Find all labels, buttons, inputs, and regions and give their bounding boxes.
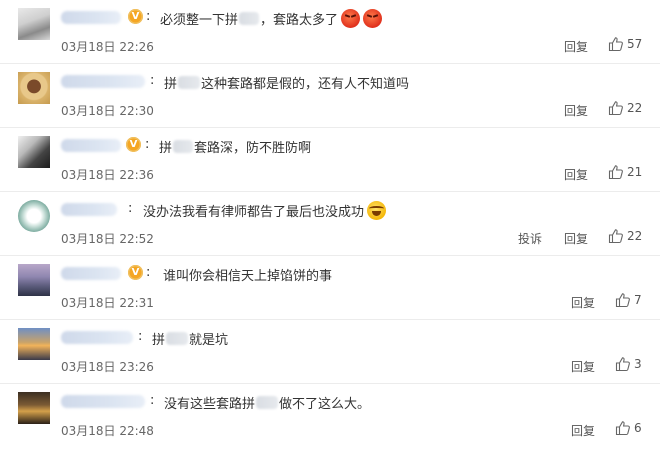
username-blurred[interactable] bbox=[61, 11, 121, 24]
thumbs-up-icon bbox=[615, 293, 630, 308]
comment-text-part: 没有这些套路拼 bbox=[164, 397, 256, 412]
comment-time: 03月18日 22:30 bbox=[61, 104, 154, 118]
colon: : bbox=[145, 137, 150, 152]
blurred-word bbox=[239, 12, 260, 25]
comment-text: 拼 这种套路都是假的，还有人不知道吗 bbox=[164, 73, 409, 92]
comment-text-part: 拼 bbox=[152, 333, 166, 348]
comment-text-part: 这种套路都是假的，还有人不知道吗 bbox=[201, 77, 410, 92]
avatar[interactable] bbox=[18, 136, 50, 168]
like-count: 22 bbox=[627, 101, 643, 115]
reply-button[interactable]: 回复 bbox=[571, 294, 595, 311]
verified-badge-icon: V bbox=[126, 137, 141, 152]
comment-text-part: 就是坑 bbox=[189, 333, 229, 348]
like-count: 6 bbox=[634, 421, 642, 435]
comment-text-part: 套路深，防不胜防啊 bbox=[194, 141, 312, 156]
like-count: 7 bbox=[634, 293, 642, 307]
comment-text-part: 没办法我看有律师都告了最后也没成功 bbox=[143, 205, 365, 220]
avatar[interactable] bbox=[18, 72, 50, 104]
thumbs-up-icon bbox=[608, 165, 623, 180]
report-button[interactable]: 投诉 bbox=[518, 230, 542, 247]
comment-text-part: 拼 bbox=[159, 141, 173, 156]
thumbs-up-icon bbox=[608, 101, 623, 116]
reply-button[interactable]: 回复 bbox=[571, 358, 595, 375]
like-count: 22 bbox=[627, 229, 643, 243]
like-button[interactable]: 21 bbox=[608, 164, 642, 180]
comment-text: 没有这些套路拼 做不了这么大。 bbox=[164, 393, 370, 412]
thumbs-up-icon bbox=[608, 37, 623, 52]
like-count: 3 bbox=[634, 357, 642, 371]
comment-time: 03月18日 22:52 bbox=[61, 232, 154, 246]
comment-text-part: 做不了这么大。 bbox=[279, 397, 371, 412]
colon: : bbox=[146, 9, 151, 24]
blurred-word bbox=[178, 76, 201, 89]
like-count: 21 bbox=[627, 165, 643, 179]
comment-item: : 拼 就是坑 03月18日 23:26 回复 3 bbox=[0, 320, 660, 384]
reply-button[interactable]: 回复 bbox=[571, 422, 595, 439]
like-button[interactable]: 7 bbox=[615, 292, 642, 308]
comment-text: 没办法我看有律师都告了最后也没成功 bbox=[143, 201, 387, 220]
comment-item: : 没有这些套路拼 做不了这么大。 03月18日 22:48 回复 6 bbox=[0, 384, 660, 448]
comment-item: : 没办法我看有律师都告了最后也没成功 03月18日 22:52 投诉 回复 2… bbox=[0, 192, 660, 256]
comment-text: 拼 就是坑 bbox=[152, 329, 228, 348]
comment-text: 拼 套路深，防不胜防啊 bbox=[159, 137, 311, 156]
reply-button[interactable]: 回复 bbox=[564, 102, 588, 119]
comment-time: 03月18日 22:36 bbox=[61, 168, 154, 182]
blurred-word bbox=[256, 396, 279, 409]
like-button[interactable]: 22 bbox=[608, 100, 642, 116]
comment-text-part: ，套路太多了 bbox=[260, 13, 339, 28]
like-button[interactable]: 3 bbox=[615, 356, 642, 372]
username-blurred[interactable] bbox=[61, 395, 145, 408]
verified-badge-icon: V bbox=[128, 265, 143, 280]
comment-list: V : 必须整一下拼 ，套路太多了 03月18日 22:26 回复 57 : 拼… bbox=[0, 0, 660, 450]
comment-text-part: 谁叫你会相信天上掉馅饼的事 bbox=[163, 269, 333, 284]
comment-text: 谁叫你会相信天上掉馅饼的事 bbox=[163, 265, 332, 284]
comment-time: 03月18日 23:26 bbox=[61, 360, 154, 374]
comment-item: V : 拼 套路深，防不胜防啊 03月18日 22:36 回复 21 bbox=[0, 128, 660, 192]
comment-text-part: 拼 bbox=[164, 77, 178, 92]
comment-text-part: 必须整一下拼 bbox=[160, 13, 239, 28]
comment-item: V : 谁叫你会相信天上掉馅饼的事 03月18日 22:31 回复 7 bbox=[0, 256, 660, 320]
angry-face-icon bbox=[363, 9, 383, 28]
avatar[interactable] bbox=[18, 392, 50, 424]
comment-item: : 拼 这种套路都是假的，还有人不知道吗 03月18日 22:30 回复 22 bbox=[0, 64, 660, 128]
verified-badge-icon: V bbox=[128, 9, 143, 24]
thumbs-up-icon bbox=[615, 357, 630, 372]
avatar[interactable] bbox=[18, 328, 50, 360]
comment-text: 必须整一下拼 ，套路太多了 bbox=[160, 9, 383, 28]
like-button[interactable]: 57 bbox=[608, 36, 642, 52]
colon: : bbox=[146, 265, 151, 280]
comment-time: 03月18日 22:26 bbox=[61, 40, 154, 54]
username-blurred[interactable] bbox=[61, 203, 117, 216]
thumbs-up-icon bbox=[608, 229, 623, 244]
avatar[interactable] bbox=[18, 8, 50, 40]
comment-time: 03月18日 22:31 bbox=[61, 296, 154, 310]
colon: : bbox=[128, 201, 133, 216]
username-blurred[interactable] bbox=[61, 331, 133, 344]
colon: : bbox=[150, 393, 155, 408]
colon: : bbox=[150, 73, 155, 88]
blurred-word bbox=[166, 332, 189, 345]
like-button[interactable]: 6 bbox=[615, 420, 642, 436]
like-count: 57 bbox=[627, 37, 643, 51]
comment-time: 03月18日 22:48 bbox=[61, 424, 154, 438]
laughing-face-icon bbox=[367, 201, 387, 220]
avatar[interactable] bbox=[18, 264, 50, 296]
reply-button[interactable]: 回复 bbox=[564, 38, 588, 55]
blurred-word bbox=[173, 140, 194, 153]
reply-button[interactable]: 回复 bbox=[564, 230, 588, 247]
colon: : bbox=[138, 329, 143, 344]
reply-button[interactable]: 回复 bbox=[564, 166, 588, 183]
username-blurred[interactable] bbox=[61, 75, 145, 88]
username-blurred[interactable] bbox=[61, 267, 121, 280]
like-button[interactable]: 22 bbox=[608, 228, 642, 244]
username-blurred[interactable] bbox=[61, 139, 121, 152]
comment-item: V : 必须整一下拼 ，套路太多了 03月18日 22:26 回复 57 bbox=[0, 0, 660, 64]
thumbs-up-icon bbox=[615, 421, 630, 436]
avatar[interactable] bbox=[18, 200, 50, 232]
angry-face-icon bbox=[341, 9, 361, 28]
